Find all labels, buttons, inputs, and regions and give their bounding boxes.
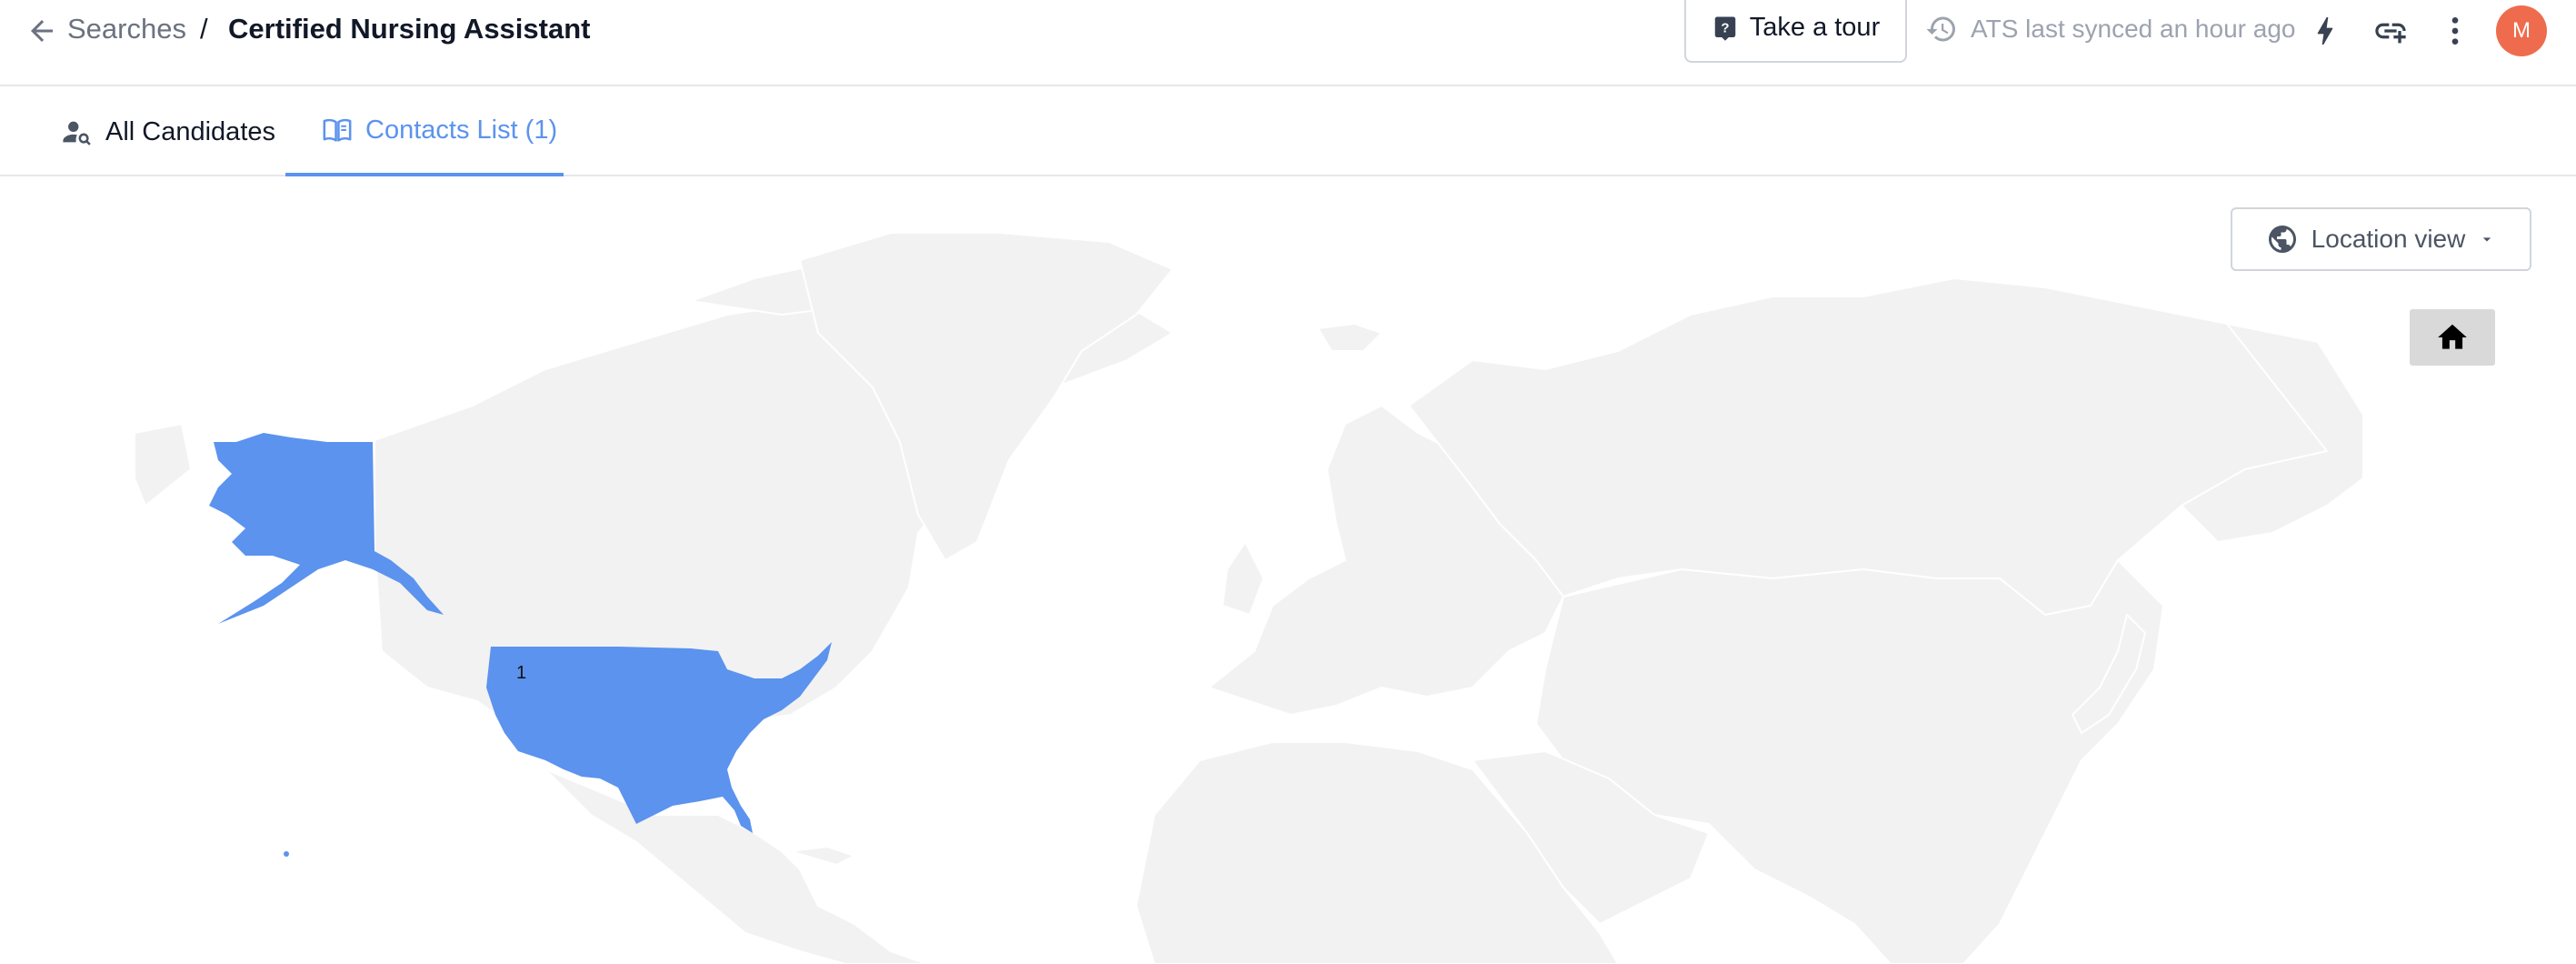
map-region-cuba[interactable]: [790, 845, 857, 867]
map-region-iceland[interactable]: [1316, 322, 1383, 352]
arrow-left-icon[interactable]: [25, 15, 58, 47]
more-vert-icon[interactable]: [2437, 13, 2473, 49]
location-view-label: Location view: [2311, 225, 2466, 253]
tab-contacts-list[interactable]: Contacts List (1): [285, 87, 564, 176]
svg-text:?: ?: [1721, 20, 1729, 35]
ats-sync-status: ATS last synced an hour ago: [1925, 13, 2295, 45]
take-a-tour-button[interactable]: ? Take a tour: [1684, 0, 1907, 63]
person-search-icon: [63, 121, 91, 146]
bolt-icon[interactable]: [2307, 13, 2343, 49]
link-add-icon[interactable]: [2372, 13, 2409, 49]
world-map[interactable]: 1: [0, 178, 2576, 964]
user-avatar[interactable]: M: [2496, 5, 2547, 56]
map-region-russia[interactable]: [1407, 276, 2365, 617]
ats-sync-text: ATS last synced an hour ago: [1971, 15, 2296, 43]
tab-all-candidates-label: All Candidates: [105, 116, 275, 146]
tab-all-candidates[interactable]: All Candidates: [62, 87, 275, 176]
candidate-location-map[interactable]: 1 Location view: [0, 178, 2576, 964]
open-book-icon: [323, 118, 352, 142]
page-title: Certified Nursing Assistant: [228, 13, 591, 45]
map-region-count-label: 1: [516, 663, 526, 683]
tab-contacts-list-label: Contacts List (1): [365, 115, 558, 145]
tab-bar: All Candidates Contacts List (1): [0, 87, 2576, 176]
top-bar: Searches / Certified Nursing Assistant ?…: [0, 0, 2576, 86]
map-region-uk[interactable]: [1221, 540, 1265, 617]
map-region-bering[interactable]: [134, 422, 193, 507]
help-icon: ?: [1714, 16, 1735, 41]
history-icon: [1926, 16, 1955, 42]
globe-icon: [2268, 226, 2296, 253]
location-view-dropdown[interactable]: Location view: [2231, 207, 2531, 271]
breadcrumb-searches-link[interactable]: Searches: [67, 13, 186, 45]
map-home-button[interactable]: [2410, 309, 2495, 366]
caret-down-icon: [2483, 237, 2491, 242]
take-a-tour-label: Take a tour: [1749, 13, 1881, 42]
breadcrumb-separator: /: [200, 13, 208, 45]
map-region-hawaii[interactable]: [284, 851, 289, 857]
home-icon: [2438, 324, 2467, 349]
